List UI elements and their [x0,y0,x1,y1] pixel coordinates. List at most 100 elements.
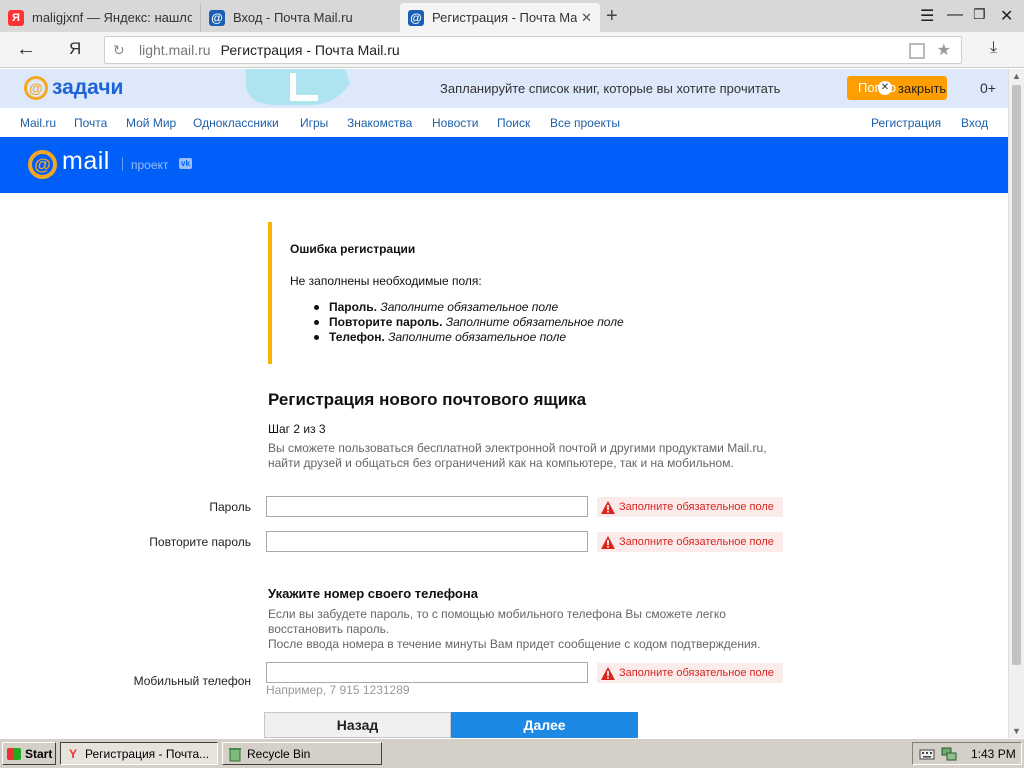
phone-label: Мобильный телефон [133,674,251,688]
portal-link-igry[interactable]: Игры [300,116,328,130]
menu-icon[interactable]: ☰ [920,6,934,26]
portal-link-pochta[interactable]: Почта [74,116,107,130]
portal-link-mailru[interactable]: Mail.ru [20,116,56,130]
repeat-password-label: Повторите пароль [149,535,251,549]
back-arrow-icon[interactable]: ← [16,38,36,61]
error-list: Пароль. Заполните обязательное поле Повт… [298,300,624,345]
description-line: Вы сможете пользоваться бесплатной элект… [268,441,767,455]
reader-mode-icon[interactable] [909,43,925,59]
restore-icon[interactable]: ❐ [973,6,986,23]
form-title: Регистрация нового почтового ящика [268,390,587,409]
scroll-up-icon[interactable]: ▲ [1012,71,1021,81]
portal-link-odnoklassniki[interactable]: Одноклассники [193,116,279,130]
password-error-text: Заполните обязательное поле [619,501,774,513]
age-rating: 0+ [980,80,996,96]
error-message: Заполните обязательное поле [388,330,567,344]
description-line: Если вы забудете пароль, то с помощью мо… [268,607,726,621]
zadachi-logo[interactable]: @ задачи [24,76,123,100]
vk-badge-icon: vk [179,158,192,169]
download-icon[interactable]: ⤓ [990,39,997,57]
promo-close-label[interactable]: закрыть [898,81,946,96]
warning-icon [601,666,615,680]
reload-icon[interactable]: ↻ [113,42,133,59]
promo-text: Запланируйте список книг, которые вы хот… [440,81,781,96]
tab-label: Вход - Почта Mail.ru [233,10,353,25]
tab-mail-login[interactable]: @ Вход - Почта Mail.ru [200,3,400,32]
portal-link-poisk[interactable]: Поиск [497,116,530,130]
tab-mail-registration[interactable]: @ Регистрация - Почта Mail.ru ✕ [400,3,600,32]
portal-link-vse-proekty[interactable]: Все проекты [550,116,620,130]
bookmark-star-icon[interactable]: ★ [937,40,951,60]
password-label: Пароль [209,500,251,514]
back-button[interactable]: Назад [264,712,451,738]
at-sign-icon[interactable]: @ [28,150,57,179]
phone-error-badge: Заполните обязательное поле [597,663,783,683]
mail-header: @ mail проект vk [0,137,1008,193]
repeat-password-error-text: Заполните обязательное поле [619,536,774,548]
tab-label: maligjxnf — Яндекс: нашлось [32,10,192,25]
error-item: Телефон. Заполните обязательное поле [298,330,624,345]
warning-icon [601,500,615,514]
url-field[interactable]: ↻ light.mail.ru Регистрация - Почта Mail… [104,36,962,64]
error-field: Повторите пароль. [329,315,443,329]
web-page: @ задачи Запланируйте список книг, котор… [0,69,1008,738]
phone-section-title: Укажите номер своего телефона [268,586,478,601]
yandex-browser-icon: Y [68,746,77,761]
tab-yandex-search[interactable]: Я maligjxnf — Яндекс: нашлось [0,3,200,32]
new-tab-icon[interactable]: + [606,5,618,28]
project-label: проект [131,158,169,172]
close-tab-icon[interactable]: ✕ [581,10,592,26]
network-icon[interactable] [941,747,957,761]
error-item: Повторите пароль. Заполните обязательное… [298,315,624,330]
close-window-icon[interactable]: ✕ [1000,6,1013,26]
keyboard-icon[interactable] [919,747,935,761]
logo-divider [122,157,123,171]
start-button[interactable]: Start [2,742,56,765]
taskbar-item-label: Recycle Bin [247,746,311,761]
clock: 1:43 PM [971,746,1016,761]
portal-link-register[interactable]: Регистрация [871,116,941,130]
tab-label: Регистрация - Почта Mail.ru [432,10,578,25]
promo-illustration-icon [246,69,350,105]
yandex-logo-icon[interactable]: Я [69,39,81,59]
promo-banner[interactable]: @ задачи Запланируйте список книг, котор… [0,69,1008,108]
registration-error-box: Ошибка регистрации Не заполнены необходи… [268,222,708,364]
portal-link-moy-mir[interactable]: Мой Мир [126,116,176,130]
portal-link-novosti[interactable]: Новости [432,116,478,130]
mail-logo-text[interactable]: mail [62,147,110,176]
start-label: Start [25,746,53,761]
description-line: восстановить пароль. [268,622,390,636]
error-message: Заполните обязательное поле [380,300,559,314]
password-field[interactable] [266,496,588,517]
warning-icon [601,535,615,549]
phone-description: Если вы забудете пароль, то с помощью мо… [268,607,798,652]
password-error-badge: Заполните обязательное поле [597,497,783,517]
scroll-down-icon[interactable]: ▼ [1012,726,1021,736]
scrollbar-thumb[interactable] [1012,85,1021,665]
portal-link-znakomstva[interactable]: Знакомства [347,116,412,130]
url-domain: light.mail.ru [139,42,211,58]
taskbar: Start Y Регистрация - Почта... Recycle B… [0,738,1024,768]
address-bar: ← Я ↻ light.mail.ru Регистрация - Почта … [0,32,1024,68]
mail-favicon-icon: @ [209,9,225,26]
step-indicator: Шаг 2 из 3 [268,422,326,436]
system-tray: 1:43 PM [912,742,1022,765]
error-subtitle: Не заполнены необходимые поля: [290,274,482,288]
page-scrollbar[interactable]: ▲ ▼ [1008,69,1024,738]
taskbar-item-recycle-bin[interactable]: Recycle Bin [222,742,382,765]
form-description: Вы сможете пользоваться бесплатной элект… [268,441,798,471]
close-icon[interactable]: ✕ [878,81,892,95]
error-item: Пароль. Заполните обязательное поле [298,300,624,315]
recycle-bin-icon [229,747,241,761]
phone-hint: Например, 7 915 1231289 [266,683,410,697]
phone-field[interactable] [266,662,588,683]
yandex-favicon-icon: Я [8,9,24,26]
minimize-icon[interactable]: — [947,6,963,24]
zadachi-logo-text: задачи [52,76,124,99]
taskbar-item-browser[interactable]: Y Регистрация - Почта... [60,742,218,765]
error-field: Телефон. [329,330,385,344]
taskbar-item-label: Регистрация - Почта... [85,746,210,761]
repeat-password-field[interactable] [266,531,588,552]
next-button[interactable]: Далее [451,712,638,738]
portal-link-login[interactable]: Вход [961,116,988,130]
